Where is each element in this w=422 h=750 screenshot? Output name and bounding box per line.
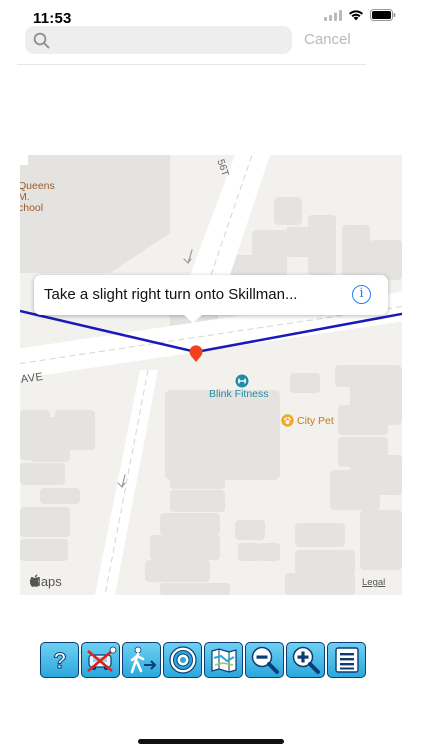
map-view[interactable]: AVE 56T Queens M. chool Blink Fitness Ci… (20, 155, 402, 595)
wifi-icon (348, 8, 364, 26)
zoom-out-icon (251, 646, 279, 674)
zoom-in-button[interactable] (286, 642, 325, 678)
map-icon (210, 648, 237, 673)
status-icons (324, 8, 396, 26)
bottom-toolbar: ? (40, 642, 366, 678)
search-bar (25, 26, 292, 54)
help-button[interactable]: ? (40, 642, 79, 678)
search-input[interactable] (55, 26, 285, 54)
search-icon (33, 32, 50, 54)
map-base (20, 155, 402, 595)
poi-school-label: Queens M. chool (20, 180, 55, 214)
apple-icon (30, 574, 40, 587)
info-icon[interactable]: i (352, 285, 371, 304)
callout-instruction-text: Take a slight right turn onto Skillman..… (44, 286, 298, 303)
help-icon: ? (52, 648, 66, 674)
status-bar: 11:53 (0, 0, 422, 28)
list-button[interactable] (327, 642, 366, 678)
no-vehicle-icon (86, 646, 116, 672)
poi-city-pet-label[interactable]: City Pet (297, 415, 334, 427)
callout-pointer (183, 314, 203, 323)
home-indicator (138, 739, 284, 744)
status-time: 11:53 (33, 10, 72, 27)
battery-icon (370, 8, 396, 26)
poi-blink-fitness-label[interactable]: Blink Fitness (209, 388, 269, 400)
header-divider (17, 64, 366, 65)
zoom-out-button[interactable] (245, 642, 284, 678)
map-button[interactable] (204, 642, 243, 678)
target-button[interactable] (163, 642, 202, 678)
walk-button[interactable] (122, 642, 161, 678)
no-vehicle-button[interactable] (81, 642, 120, 678)
target-icon (168, 646, 197, 674)
cancel-button[interactable]: Cancel (304, 31, 351, 48)
list-icon (334, 647, 359, 673)
zoom-in-icon (292, 646, 320, 674)
svg-text:?: ? (53, 648, 66, 673)
direction-callout[interactable]: Take a slight right turn onto Skillman..… (34, 275, 388, 315)
apple-maps-logo: Maps (30, 574, 62, 589)
location-pin-icon[interactable] (187, 345, 205, 368)
cellular-signal-icon (324, 8, 342, 26)
walk-icon (130, 646, 156, 674)
legal-link[interactable]: Legal (362, 577, 385, 588)
